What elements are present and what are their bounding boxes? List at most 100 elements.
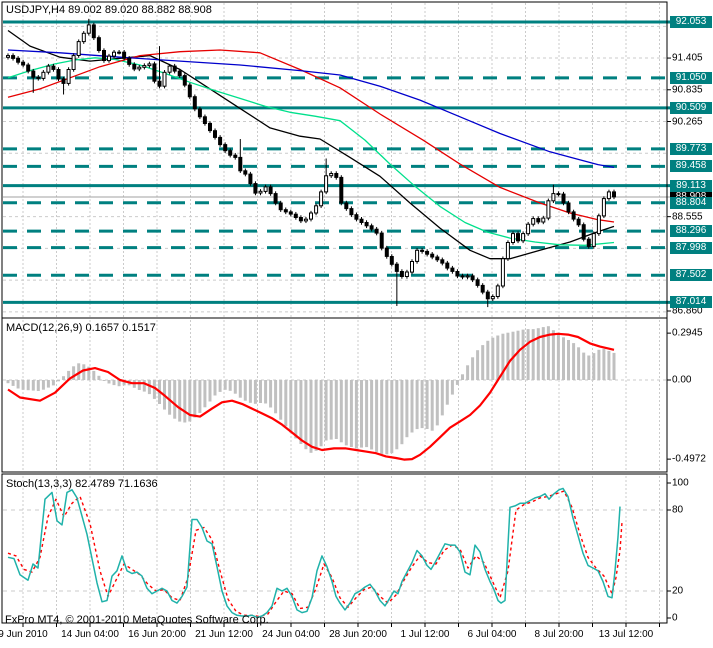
macd-histogram-bar — [430, 380, 434, 431]
candle-body — [541, 217, 546, 223]
macd-histogram-bar — [562, 337, 565, 380]
macd-histogram-bar — [21, 380, 25, 390]
candle-body — [551, 193, 556, 202]
price-level-badge: 89.458 — [670, 160, 712, 173]
candle-body — [218, 136, 223, 146]
macd-histogram-bar — [425, 380, 429, 429]
macd-histogram-bar — [274, 380, 278, 414]
candle-body — [420, 249, 425, 252]
candle-body — [303, 218, 308, 222]
candle-body — [571, 211, 576, 220]
price-level-badge: 88.804 — [670, 196, 712, 209]
macd-histogram-bar — [6, 380, 10, 384]
candle-body — [263, 186, 268, 192]
macd-histogram-bar — [491, 337, 495, 380]
macd-histogram-bar — [496, 335, 500, 380]
macd-histogram-bar — [284, 380, 288, 427]
candle-body — [586, 238, 591, 247]
candle-body — [430, 253, 435, 258]
macd-histogram-bar — [577, 347, 581, 380]
candle-body — [243, 170, 248, 175]
candle-body — [288, 211, 293, 215]
macd-histogram-bar — [173, 380, 177, 419]
macd-indicator-label: MACD(12,26,9) 0.1657 0.1517 — [6, 322, 156, 334]
candle-body — [152, 63, 157, 82]
price-level-badge: 87.502 — [670, 269, 712, 282]
candle-body — [132, 64, 137, 70]
macd-histogram-bar — [223, 380, 227, 390]
candle-body — [81, 32, 86, 43]
candle-body — [137, 66, 142, 70]
candle-body — [546, 200, 551, 219]
chart-title: USDJPY,H4 89.002 89.020 88.882 88.908 — [6, 4, 212, 16]
macd-histogram-bar — [36, 380, 40, 391]
macd-histogram-bar — [112, 380, 116, 386]
candle-body — [192, 96, 197, 110]
candle-body — [197, 108, 202, 118]
mt4-chart-window: USDJPY,H4 89.002 89.020 88.882 88.908 MA… — [0, 0, 713, 648]
candle-body — [485, 291, 490, 300]
candle-body — [319, 191, 324, 207]
candle-body — [612, 191, 616, 198]
macd-histogram-bar — [587, 355, 591, 380]
stoch-scale-label: 80 — [672, 504, 684, 516]
candle-body — [394, 263, 399, 272]
candle-body — [283, 209, 288, 213]
macd-histogram-bar — [137, 380, 141, 390]
candle-body — [389, 256, 394, 265]
candle-body — [344, 202, 349, 210]
candle-body — [475, 279, 480, 286]
macd-histogram-bar — [380, 380, 384, 454]
macd-histogram-bar — [142, 380, 146, 392]
macd-histogram-bar — [440, 380, 444, 416]
candle-body — [162, 71, 167, 87]
macd-histogram-bar — [16, 380, 20, 389]
macd-histogram-bar — [329, 380, 333, 440]
macd-scale-label: 0.2945 — [672, 327, 703, 339]
macd-scale-label: -0.4972 — [672, 453, 706, 465]
candle-body — [591, 233, 596, 247]
price-level-badge: 88.296 — [670, 225, 712, 238]
date-label: 8 Jul 20:00 — [534, 629, 584, 640]
candle-body — [561, 193, 566, 204]
macd-histogram-bar — [178, 380, 182, 422]
candle-body — [182, 75, 187, 86]
macd-histogram-bar — [410, 380, 414, 433]
candle-body — [511, 233, 515, 244]
candle-body — [490, 296, 495, 300]
macd-histogram-bar — [208, 380, 212, 402]
macd-histogram-bar — [238, 380, 242, 398]
date-label: 24 Jun 04:00 — [262, 629, 320, 640]
candle-body — [187, 84, 192, 98]
macd-histogram-bar — [476, 350, 480, 380]
macd-histogram-bar — [521, 329, 525, 380]
macd-histogram-bar — [193, 380, 197, 418]
macd-histogram-bar — [395, 380, 399, 450]
candle-body — [273, 193, 278, 204]
candle-body — [495, 285, 500, 297]
candle-body — [470, 275, 475, 281]
macd-histogram-bar — [612, 352, 616, 380]
macd-histogram-bar — [481, 345, 485, 380]
candle-body — [440, 259, 445, 264]
stoch-scale-label: 100 — [672, 477, 689, 489]
price-scale-label: 88.555 — [672, 211, 703, 223]
candle-body — [415, 249, 420, 262]
ma-black — [7, 29, 615, 260]
date-label: 13 Jul 12:00 — [598, 629, 654, 640]
macd-histogram-bar — [82, 364, 86, 380]
candle-body — [213, 130, 217, 138]
macd-histogram-bar — [334, 380, 338, 439]
macd-histogram-bar — [324, 380, 328, 441]
macd-histogram-bar — [218, 380, 222, 392]
candle-body — [36, 76, 41, 79]
macd-histogram-bar — [253, 380, 257, 404]
stoch-k-line — [7, 487, 621, 619]
macd-histogram-bar — [602, 348, 606, 380]
candle-body — [177, 70, 182, 77]
macd-histogram-bar — [62, 376, 65, 380]
macd-histogram-bar — [344, 380, 348, 446]
date-label: 14 Jun 04:00 — [61, 629, 119, 640]
macd-histogram-bar — [360, 380, 363, 448]
candle-body — [142, 65, 147, 68]
